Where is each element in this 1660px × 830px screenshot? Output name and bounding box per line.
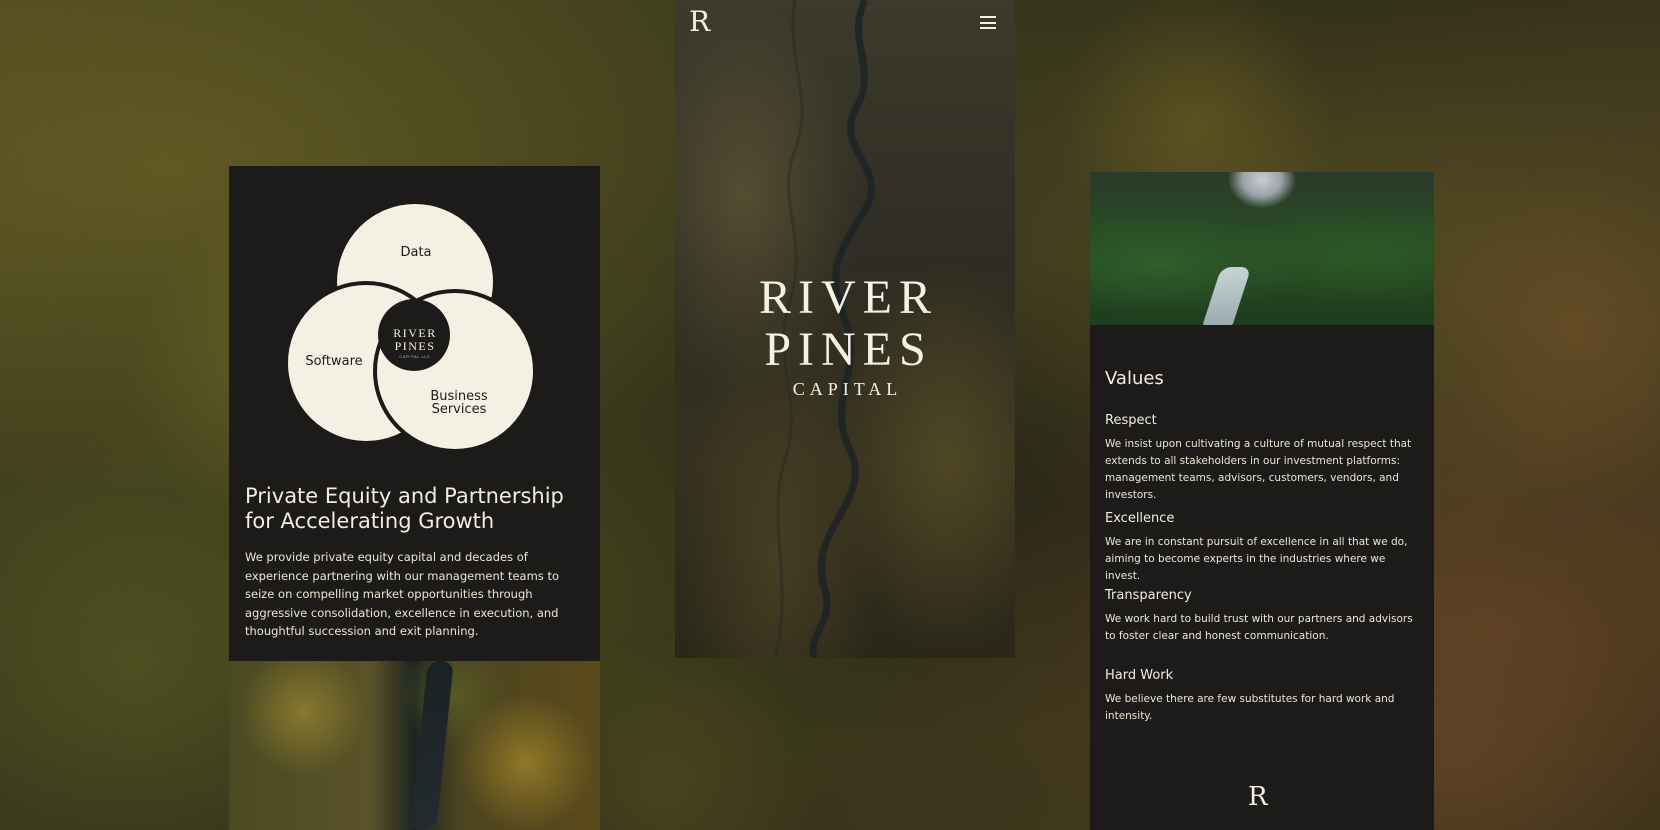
footer-logo-r-icon[interactable]: R [1248,782,1268,812]
venn-label-data: Data [400,245,431,260]
hamburger-menu-icon[interactable] [980,16,996,29]
brand-wordmark: RIVER PINES CAPITAL [675,272,1015,400]
mobile-screen-values: Values Respect We insist upon cultivatin… [1090,172,1434,830]
hero-description: We provide private equity capital and de… [245,550,559,638]
value-text: We insist upon cultivating a culture of … [1105,438,1412,501]
mobile-screen-strategy: Data Software Business Services RIVER PI… [229,166,600,830]
stream-water [1202,267,1252,325]
value-heading: Transparency [1105,588,1192,603]
forest-stream-photo [1090,172,1434,325]
logo-r-icon[interactable]: R [689,6,710,38]
venn-diagram: Data Software Business Services RIVER PI… [284,200,537,453]
hero-heading: Private Equity and Partnership for Accel… [245,484,564,533]
value-text: We believe there are few substitutes for… [1105,693,1395,722]
value-heading: Respect [1105,413,1157,428]
value-hard-work: Hard Work We believe there are few subst… [1105,667,1423,725]
brand-river: RIVER [759,271,938,324]
value-text: We work hard to build trust with our par… [1105,613,1413,642]
river-stream [410,661,454,830]
mobile-screen-home: R RIVER PINES CAPITAL [675,0,1015,658]
value-text: We are in constant pursuit of excellence… [1105,536,1408,582]
value-transparency: Transparency We work hard to build trust… [1105,587,1423,645]
venn-label-services: Services [432,402,487,417]
venn-center-capital: CAPITAL LLC [399,354,430,359]
brand-capital: CAPITAL [792,379,903,399]
venn-center-pines: PINES [395,339,436,353]
venn-label-software: Software [305,354,362,369]
value-respect: Respect We insist upon cultivating a cul… [1105,412,1423,504]
value-heading: Excellence [1105,511,1175,526]
brand-pines: PINES [764,323,933,376]
aerial-forest-photo [229,661,600,830]
value-excellence: Excellence We are in constant pursuit of… [1105,510,1423,585]
values-heading: Values [1105,368,1164,389]
value-heading: Hard Work [1105,668,1174,683]
venn-center-river: RIVER [393,326,437,340]
